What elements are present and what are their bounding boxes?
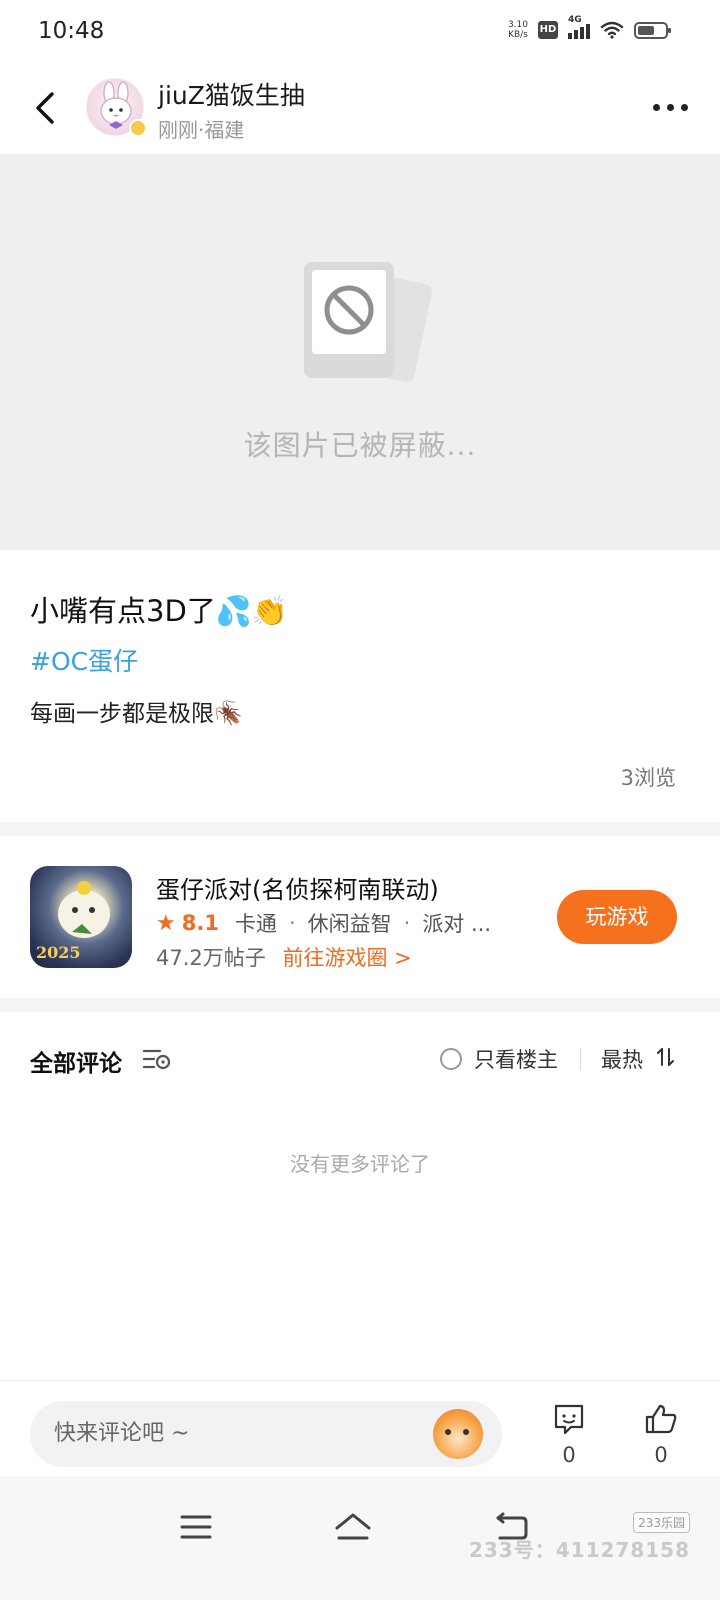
wifi-icon xyxy=(600,21,624,39)
network-speed-value: 3.10 xyxy=(507,20,528,30)
thumbs-up-icon xyxy=(645,1404,677,1434)
sort-hot-label[interactable]: 最热 xyxy=(601,1044,643,1074)
network-speed: 3.10 KB/s xyxy=(508,20,528,40)
no-more-comments-text: 没有更多评论了 xyxy=(290,1152,430,1176)
post-content: 小嘴有点3D了💦👏 #OC蛋仔 每画一步都是极限🪳 3浏览 xyxy=(0,550,720,822)
post-topic-tag[interactable]: #OC蛋仔 xyxy=(30,642,138,678)
sort-divider xyxy=(580,1048,581,1070)
post-header: jiuZ猫饭生抽 刚刚·福建 xyxy=(0,62,720,154)
blocked-image-placeholder: 该图片已被屏蔽... xyxy=(0,154,720,550)
game-circle-link[interactable]: 前往游戏圈 > xyxy=(282,946,411,970)
owner-only-toggle[interactable]: 只看楼主 xyxy=(440,1044,558,1074)
tag-separator: · xyxy=(403,911,411,935)
signal-icon: 4G xyxy=(568,15,590,39)
back-icon[interactable] xyxy=(28,86,64,130)
comment-count: 0 xyxy=(562,1443,576,1467)
post-body: 每画一步都是极限🪳 xyxy=(30,701,243,727)
game-posts-row: 47.2万帖子 前往游戏圈 > xyxy=(156,942,412,972)
comment-icon xyxy=(554,1404,584,1435)
owner-only-radio[interactable] xyxy=(440,1048,462,1070)
status-time: 10:48 xyxy=(38,18,105,44)
comments-section: 全部评论 只看楼主 最热 没有更多评论了 xyxy=(0,1012,720,1380)
sort-icon[interactable] xyxy=(656,1046,676,1068)
hd-icon: HD xyxy=(538,21,558,39)
watermark-text: 233号：411278158 xyxy=(469,1538,690,1562)
blocked-image-text: 该图片已被屏蔽... xyxy=(243,429,477,462)
game-icon-year: 2025 xyxy=(36,943,81,962)
network-speed-unit: KB/s xyxy=(508,30,528,40)
game-post-count: 47.2万帖子 xyxy=(156,946,266,970)
game-tag: 休闲益智 xyxy=(307,912,392,936)
comments-title: 全部评论 xyxy=(30,1051,122,1077)
game-title[interactable]: 蛋仔派对(名侦探柯南联动) xyxy=(156,870,439,905)
like-action[interactable]: 0 xyxy=(636,1403,686,1467)
post-time-location: 刚刚·福建 xyxy=(158,118,245,142)
game-tag: 派对 ... xyxy=(422,912,492,936)
comment-action[interactable]: 0 xyxy=(544,1403,594,1467)
network-type-label: 4G xyxy=(568,15,582,25)
tag-separator: · xyxy=(288,911,296,935)
avatar[interactable] xyxy=(86,78,147,137)
status-icons: 3.10 KB/s HD 4G xyxy=(508,15,671,40)
comment-filter-icon[interactable] xyxy=(142,1046,172,1072)
home-icon[interactable] xyxy=(333,1510,373,1544)
battery-icon xyxy=(634,21,671,39)
system-navigation-bar: 233乐园 233号：411278158 xyxy=(0,1476,720,1600)
mascot-emoji-icon[interactable] xyxy=(433,1409,483,1459)
game-tag: 卡通 xyxy=(234,912,277,936)
game-rating: 8.1 xyxy=(181,911,219,935)
view-count: 3浏览 xyxy=(620,766,676,790)
owner-only-label: 只看楼主 xyxy=(474,1048,558,1072)
image-blocked-icon xyxy=(304,262,433,382)
like-count: 0 xyxy=(654,1443,668,1467)
post-title: 小嘴有点3D了💦👏 xyxy=(30,594,288,628)
watermark-badge: 233乐园 xyxy=(633,1512,690,1533)
comment-input[interactable]: 快来评论吧 ~ xyxy=(30,1401,502,1467)
menu-icon[interactable] xyxy=(176,1510,216,1544)
more-options-icon[interactable] xyxy=(648,92,692,122)
play-game-button[interactable]: 玩游戏 xyxy=(557,890,677,944)
avatar-badge xyxy=(129,119,147,137)
game-icon[interactable]: 2025 xyxy=(30,866,132,968)
game-card[interactable]: 2025 蛋仔派对(名侦探柯南联动) ★ 8.1 卡通 · 休闲益智 · 派对 … xyxy=(0,836,720,998)
star-icon: ★ xyxy=(156,910,176,936)
status-bar: 10:48 3.10 KB/s HD 4G xyxy=(0,0,720,62)
user-name[interactable]: jiuZ猫饭生抽 xyxy=(158,76,305,112)
game-rating-row: ★ 8.1 卡通 · 休闲益智 · 派对 ... xyxy=(156,908,491,938)
bottom-action-bar: 快来评论吧 ~ 0 0 xyxy=(0,1380,720,1476)
